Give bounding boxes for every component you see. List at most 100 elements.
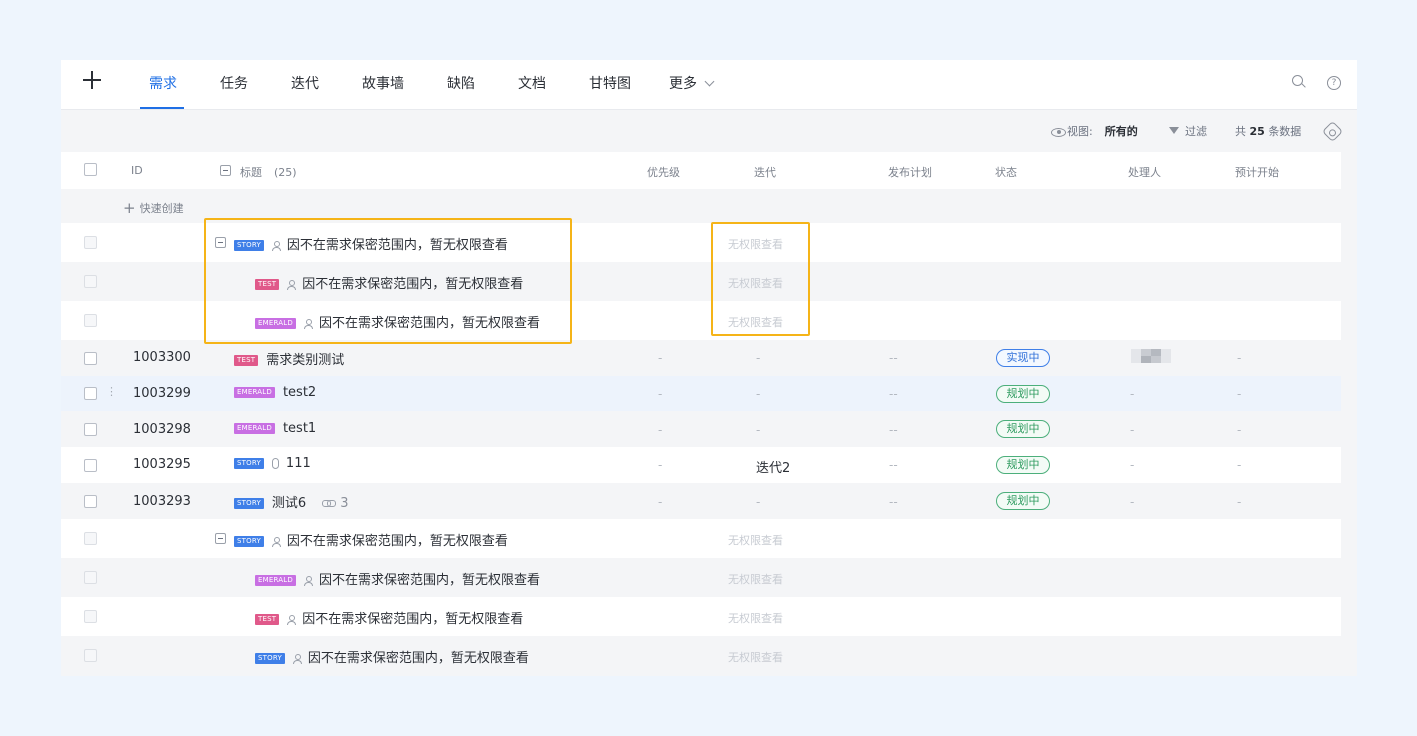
- add-icon[interactable]: [83, 71, 101, 89]
- row-title[interactable]: STORY 测试6 3: [234, 492, 348, 511]
- status-badge[interactable]: 规划中: [996, 492, 1050, 510]
- view-label: 视图:: [1067, 125, 1093, 138]
- row-iteration: -: [756, 423, 761, 437]
- row-priority: -: [658, 387, 663, 401]
- row-priority: -: [658, 423, 663, 437]
- type-tag-emerald: EMERALD: [255, 575, 296, 586]
- tab-story-wall[interactable]: 故事墙: [362, 73, 404, 93]
- view-selector[interactable]: 视图: 所有的: [1051, 123, 1138, 139]
- user-icon: [303, 575, 313, 586]
- restricted-row[interactable]: STORY 因不在需求保密范围内，暂无权限查看 无权限查看: [61, 519, 1341, 558]
- table-row[interactable]: 1003298 EMERALD test1 - - -- 规划中 - -: [61, 411, 1341, 447]
- table-row[interactable]: ⋮ 1003299 EMERALD test2 - - -- 规划中 - -: [61, 376, 1341, 411]
- tab-requirements[interactable]: 需求: [149, 73, 177, 93]
- row-title[interactable]: STORY 因不在需求保密范围内，暂无权限查看: [255, 647, 529, 666]
- help-icon[interactable]: ?: [1327, 76, 1341, 90]
- status-badge[interactable]: 规划中: [996, 420, 1050, 438]
- type-tag-test: TEST: [234, 355, 259, 366]
- row-checkbox[interactable]: [84, 495, 97, 508]
- header-iteration[interactable]: 迭代: [754, 164, 776, 180]
- row-planned-start: -: [1237, 423, 1242, 437]
- restricted-row[interactable]: EMERALD 因不在需求保密范围内，暂无权限查看 无权限查看: [61, 558, 1341, 597]
- row-title[interactable]: TEST 需求类别测试: [234, 349, 344, 368]
- filter-icon: [1169, 126, 1179, 134]
- row-planned-start: -: [1237, 351, 1242, 365]
- tab-documents[interactable]: 文档: [518, 73, 546, 93]
- row-title[interactable]: EMERALD 因不在需求保密范围内，暂无权限查看: [255, 569, 540, 588]
- row-checkbox[interactable]: [84, 314, 97, 327]
- link-icon: [322, 500, 337, 507]
- table-row[interactable]: 1003295 STORY 111 - 迭代2 -- 规划中 - -: [61, 447, 1341, 483]
- table-row[interactable]: 1003300 TEST 需求类别测试 - - -- 实现中 -: [61, 340, 1341, 376]
- row-iteration[interactable]: 迭代2: [756, 457, 790, 476]
- restricted-row[interactable]: TEST 因不在需求保密范围内，暂无权限查看 无权限查看: [61, 597, 1341, 636]
- filter-button[interactable]: 过滤: [1169, 123, 1207, 139]
- row-assignee: -: [1130, 458, 1135, 472]
- row-title[interactable]: TEST 因不在需求保密范围内，暂无权限查看: [255, 608, 523, 627]
- row-id: 1003298: [133, 422, 191, 437]
- header-title[interactable]: 标题 (25): [240, 164, 297, 180]
- row-checkbox[interactable]: [84, 236, 97, 249]
- status-badge[interactable]: 规划中: [996, 385, 1050, 403]
- collapse-icon[interactable]: [215, 533, 226, 544]
- row-title[interactable]: EMERALD test2: [234, 385, 316, 400]
- row-title[interactable]: EMERALD test1: [234, 421, 316, 436]
- iteration-no-permission: 无权限查看: [728, 573, 783, 586]
- search-icon[interactable]: [1292, 75, 1306, 89]
- user-icon: [271, 536, 281, 547]
- link-count: 3: [340, 496, 349, 511]
- tab-iterations[interactable]: 迭代: [291, 73, 319, 93]
- header-assignee[interactable]: 处理人: [1128, 164, 1161, 180]
- row-priority: -: [658, 458, 663, 472]
- row-checkbox[interactable]: [84, 459, 97, 472]
- quick-create-button[interactable]: + 快速创建: [123, 198, 184, 217]
- row-checkbox[interactable]: [84, 423, 97, 436]
- row-assignee: -: [1130, 387, 1135, 401]
- row-iteration: -: [756, 495, 761, 509]
- row-title[interactable]: STORY 111: [234, 456, 311, 471]
- row-checkbox[interactable]: [84, 532, 97, 545]
- tab-more[interactable]: 更多: [669, 73, 715, 93]
- row-checkbox[interactable]: [84, 275, 97, 288]
- iteration-no-permission: 无权限查看: [728, 534, 783, 547]
- row-planned-start: -: [1237, 458, 1242, 472]
- restricted-row[interactable]: STORY 因不在需求保密范围内，暂无权限查看 无权限查看: [61, 636, 1341, 676]
- row-checkbox[interactable]: [84, 352, 97, 365]
- user-icon: [287, 614, 297, 625]
- row-assignee: -: [1130, 423, 1135, 437]
- iteration-no-permission: 无权限查看: [728, 651, 783, 664]
- type-tag-story: STORY: [234, 536, 264, 547]
- type-tag-emerald: EMERALD: [234, 387, 275, 398]
- header-priority[interactable]: 优先级: [647, 164, 680, 180]
- header-id[interactable]: ID: [131, 164, 143, 177]
- table-row[interactable]: 1003293 STORY 测试6 3 - - -- 规划中 - -: [61, 483, 1341, 519]
- tab-gantt[interactable]: 甘特图: [589, 73, 631, 93]
- type-tag-story: STORY: [234, 458, 264, 469]
- row-id: 1003293: [133, 494, 191, 509]
- select-all-checkbox[interactable]: [84, 163, 97, 176]
- row-release-plan: --: [889, 458, 898, 472]
- header-planned-start[interactable]: 预计开始: [1235, 164, 1279, 180]
- row-assignee: -: [1130, 495, 1135, 509]
- row-id: 1003300: [133, 350, 191, 365]
- row-checkbox[interactable]: [84, 610, 97, 623]
- header-release-plan[interactable]: 发布计划: [888, 164, 932, 180]
- table-header: ID 标题 (25) 优先级 迭代 发布计划 状态 处理人 预计开始: [61, 152, 1341, 189]
- row-checkbox[interactable]: [84, 649, 97, 662]
- row-planned-start: -: [1237, 387, 1242, 401]
- drag-handle-icon[interactable]: ⋮: [106, 385, 117, 398]
- row-release-plan: --: [889, 351, 898, 365]
- status-badge[interactable]: 规划中: [996, 456, 1050, 474]
- tab-defects[interactable]: 缺陷: [447, 73, 475, 93]
- header-status[interactable]: 状态: [995, 164, 1017, 180]
- collapse-all-icon[interactable]: [220, 165, 231, 176]
- tab-more-label: 更多: [669, 76, 697, 92]
- row-iteration: -: [756, 387, 761, 401]
- row-checkbox[interactable]: [84, 387, 97, 400]
- iteration-no-permission: 无权限查看: [728, 612, 783, 625]
- row-checkbox[interactable]: [84, 571, 97, 584]
- row-title[interactable]: STORY 因不在需求保密范围内，暂无权限查看: [234, 530, 508, 549]
- status-badge[interactable]: 实现中: [996, 349, 1050, 367]
- tab-tasks[interactable]: 任务: [220, 73, 248, 93]
- row-release-plan: --: [889, 387, 898, 401]
